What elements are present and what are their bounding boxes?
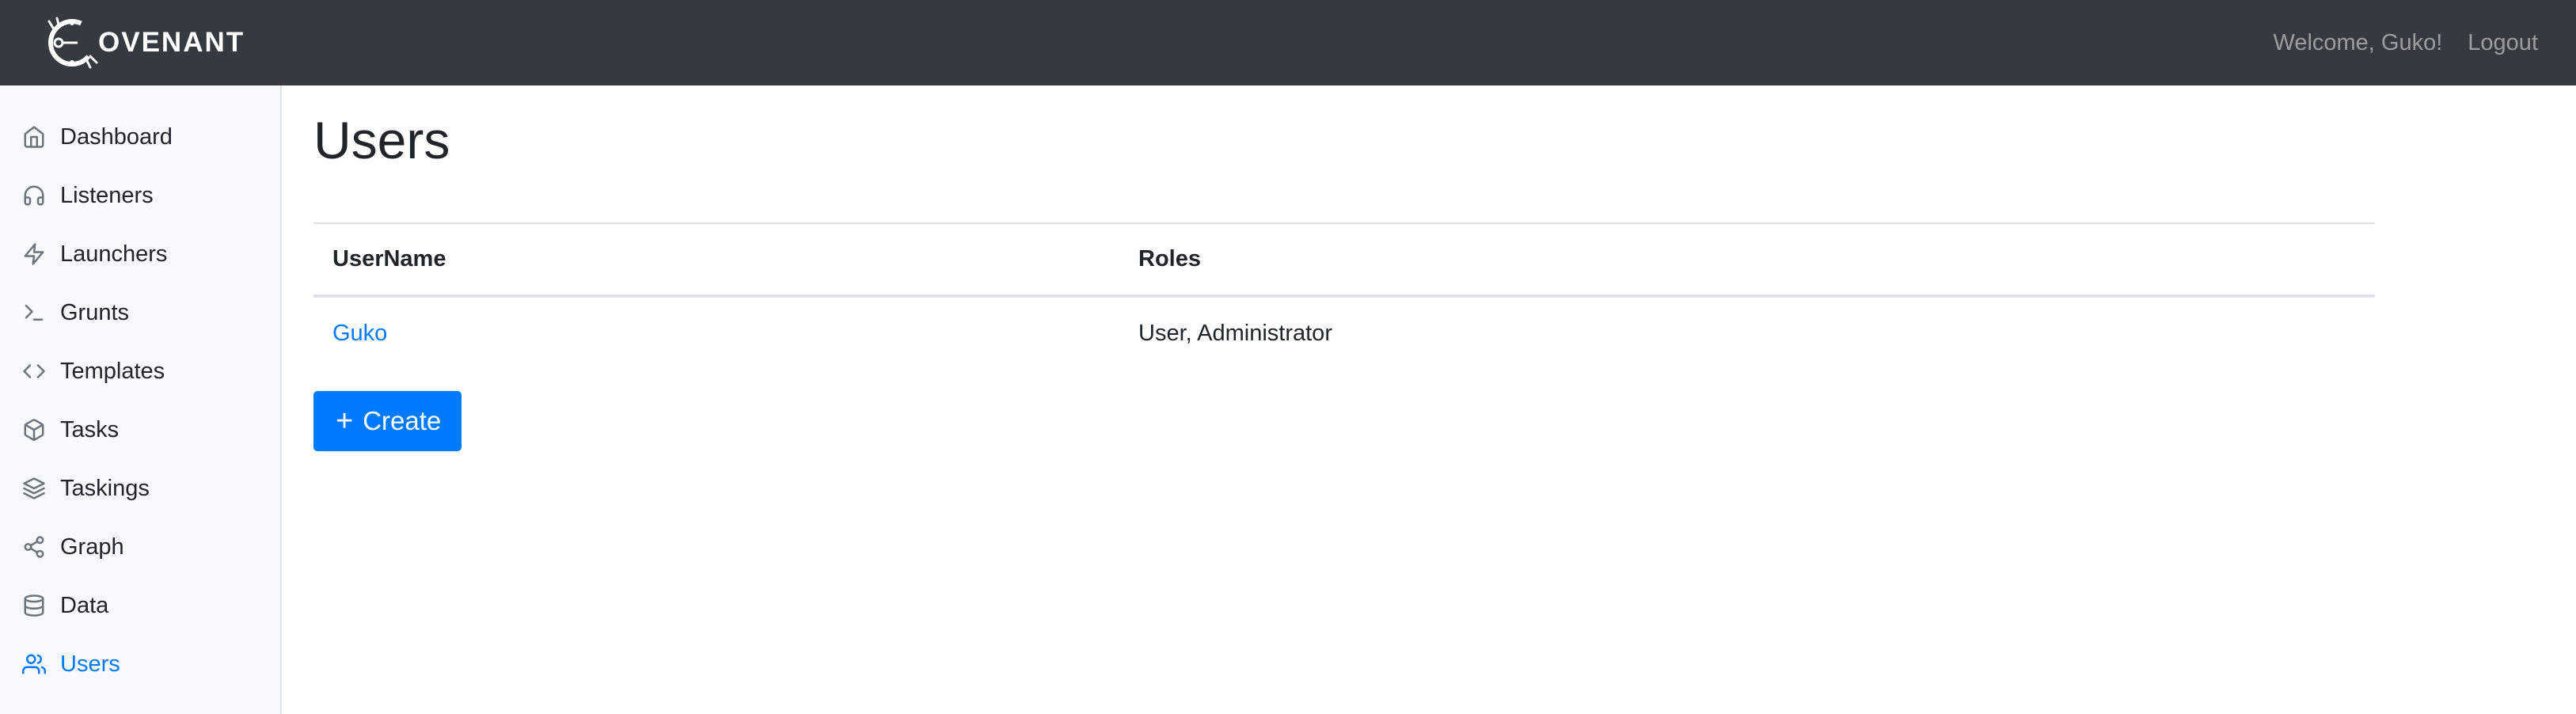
page-title: Users <box>313 111 450 169</box>
sidebar-item-taskings[interactable]: Taskings <box>0 459 280 518</box>
sidebar-item-label: Users <box>60 651 120 677</box>
code-icon <box>21 358 47 385</box>
user-nav: Welcome, Guko! Logout <box>2273 30 2538 56</box>
sidebar-item-dashboard[interactable]: Dashboard <box>0 108 280 166</box>
sidebar-item-grunts[interactable]: Grunts <box>0 283 280 342</box>
user-link[interactable]: Guko <box>332 321 387 346</box>
brand-link[interactable]: OVENANT <box>43 0 245 85</box>
sidebar-item-label: Data <box>60 592 109 618</box>
create-user-button[interactable]: + Create <box>313 391 462 452</box>
zap-icon <box>21 241 47 268</box>
sidebar-item-users[interactable]: Users <box>0 635 280 693</box>
database-icon <box>21 592 47 619</box>
terminal-icon <box>21 299 47 326</box>
roles-cell: User, Administrator <box>1119 295 2375 370</box>
top-navbar: OVENANT Welcome, Guko! Logout <box>0 0 2576 85</box>
sidebar-item-launchers[interactable]: Launchers <box>0 225 280 283</box>
users-table: UserName Roles Guko User, Administrator <box>313 222 2375 370</box>
sidebar-item-listeners[interactable]: Listeners <box>0 166 280 225</box>
column-header-roles[interactable]: Roles <box>1119 222 2375 298</box>
username-cell: Guko <box>313 295 1119 370</box>
users-icon <box>21 651 47 678</box>
logout-link[interactable]: Logout <box>2468 30 2538 56</box>
table-header-row: UserName Roles <box>313 222 2375 298</box>
sidebar-item-label: Tasks <box>60 416 120 442</box>
table-row: Guko User, Administrator <box>313 295 2375 370</box>
headphones-icon <box>21 182 47 209</box>
column-header-username[interactable]: UserName <box>313 222 1119 298</box>
sidebar-item-graph[interactable]: Graph <box>0 518 280 576</box>
package-icon <box>21 416 47 443</box>
sidebar-item-label: Dashboard <box>60 123 173 150</box>
sidebar-item-label: Taskings <box>60 475 150 501</box>
layers-icon <box>21 475 47 502</box>
sidebar-item-tasks[interactable]: Tasks <box>0 401 280 459</box>
sidebar: Dashboard Listeners Launchers Grunts Tem… <box>0 85 282 714</box>
home-icon <box>21 123 47 150</box>
sidebar-item-templates[interactable]: Templates <box>0 342 280 401</box>
sidebar-item-label: Graph <box>60 534 124 560</box>
create-button-label: Create <box>363 406 442 436</box>
sidebar-item-data[interactable]: Data <box>0 576 280 635</box>
sidebar-item-label: Listeners <box>60 182 154 208</box>
covenant-logo-icon <box>47 17 98 69</box>
main-content: Users UserName Roles Guko User, Administ… <box>313 85 2375 452</box>
sidebar-item-label: Grunts <box>60 299 130 325</box>
share-icon <box>21 534 47 560</box>
sidebar-item-label: Launchers <box>60 241 168 267</box>
actions: + Create <box>313 391 2375 452</box>
sidebar-item-label: Templates <box>60 358 165 384</box>
brand-text: OVENANT <box>98 27 245 58</box>
welcome-text: Welcome, Guko! <box>2273 29 2443 55</box>
plus-icon: + <box>336 404 354 439</box>
